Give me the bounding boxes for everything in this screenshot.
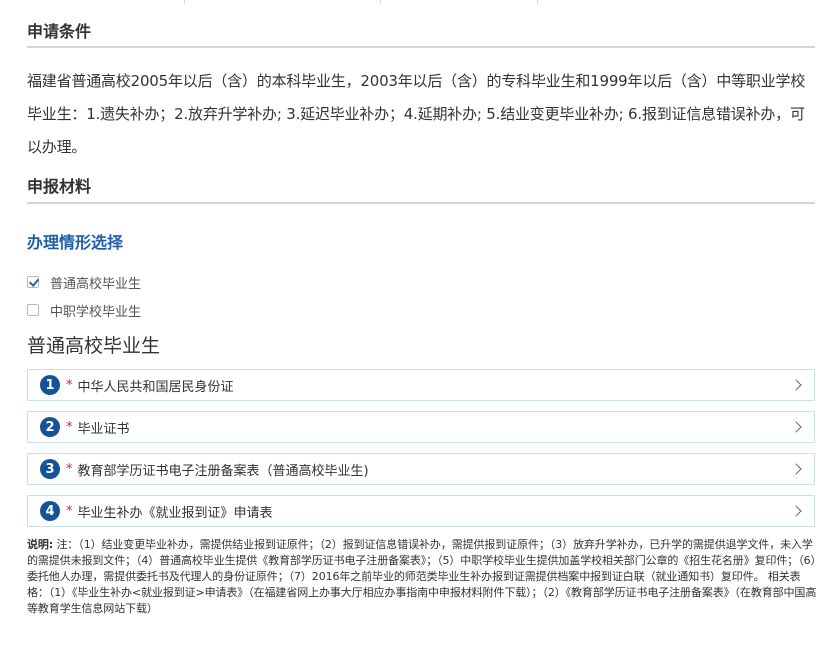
checkbox-unchecked-icon[interactable] <box>27 304 39 316</box>
option-label: 中职学校毕业生 <box>50 304 142 320</box>
tab-divider <box>537 0 538 4</box>
required-star: * <box>66 503 73 519</box>
chevron-right-icon <box>790 421 802 433</box>
material-item-label: 毕业证书 <box>77 421 130 437</box>
material-item-label: 毕业生补办《就业报到证》申请表 <box>77 505 273 521</box>
required-star: * <box>66 377 73 393</box>
number-badge: 4 <box>40 501 60 521</box>
required-star: * <box>66 419 73 435</box>
option-vocational-school[interactable]: 中职学校毕业生 <box>27 301 142 320</box>
number-badge: 1 <box>40 375 60 395</box>
option-regular-college[interactable]: 普通高校毕业生 <box>27 273 142 292</box>
note-label: 说明: <box>27 538 54 551</box>
materials-section-title: 申报材料 <box>27 177 92 196</box>
option-label: 普通高校毕业生 <box>50 276 142 292</box>
conditions-section-title: 申请条件 <box>27 22 92 41</box>
material-item-diploma[interactable]: 2 * 毕业证书 <box>27 411 815 443</box>
chevron-right-icon <box>790 463 802 475</box>
material-item-id-card[interactable]: 1 * 中华人民共和国居民身份证 <box>27 369 815 401</box>
number-badge: 3 <box>40 459 60 479</box>
material-item-registration-form[interactable]: 3 * 教育部学历证书电子注册备案表（普通高校毕业生) <box>27 453 815 485</box>
note-text-block: 说明: 注：（1）结业变更毕业补办，需提供结业报到证原件；（2）报到证信息错误补… <box>27 537 817 617</box>
material-item-label: 中华人民共和国居民身份证 <box>77 379 234 395</box>
checkbox-checked-icon[interactable] <box>27 276 39 288</box>
conditions-text: 福建省普通高校2005年以后（含）的本科毕业生，2003年以后（含）的专科毕业生… <box>27 72 806 156</box>
note-text: 注：（1）结业变更毕业补办，需提供结业报到证原件；（2）报到证信息错误补办，需提… <box>27 538 817 615</box>
required-star: * <box>66 461 73 477</box>
number-badge: 2 <box>40 417 60 437</box>
section-divider <box>27 202 815 204</box>
top-tab-strip <box>0 0 837 4</box>
tab-divider <box>380 0 381 4</box>
material-item-label: 教育部学历证书电子注册备案表（普通高校毕业生) <box>77 463 369 479</box>
situation-selection-title: 办理情形选择 <box>27 233 124 252</box>
chevron-right-icon <box>790 379 802 391</box>
tab-divider <box>184 0 185 4</box>
material-item-application-form[interactable]: 4 * 毕业生补办《就业报到证》申请表 <box>27 495 815 527</box>
materials-heading: 普通高校毕业生 <box>27 335 161 357</box>
section-divider <box>27 46 815 48</box>
chevron-right-icon <box>790 505 802 517</box>
